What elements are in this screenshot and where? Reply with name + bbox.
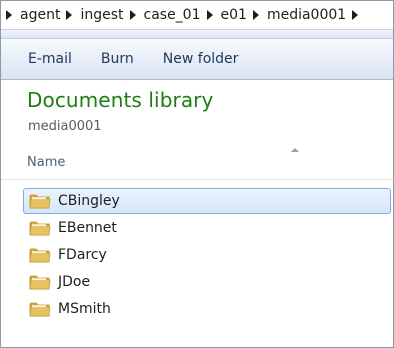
breadcrumb-item-ingest[interactable]: ingest: [79, 7, 124, 23]
folder-name: CBingley: [58, 193, 120, 209]
folder-name: FDarcy: [58, 247, 107, 263]
breadcrumb-item-case[interactable]: case_01: [143, 7, 202, 23]
chevron-right-icon[interactable]: [66, 10, 73, 20]
chevron-right-icon[interactable]: [6, 10, 12, 20]
folder-icon: [29, 193, 51, 209]
breadcrumb: agent ingest case_01 e01 media0001: [1, 1, 393, 30]
library-subtitle: media0001: [28, 119, 102, 134]
chevron-right-icon[interactable]: [129, 10, 136, 20]
address-bar-strip: [1, 30, 393, 39]
folder-name: JDoe: [58, 274, 91, 290]
folder-row[interactable]: CBingley: [23, 188, 391, 214]
folder-icon: [29, 247, 51, 263]
folder-row[interactable]: MSmith: [23, 296, 391, 322]
library-title: Documents library: [27, 88, 214, 112]
folder-row[interactable]: JDoe: [23, 269, 391, 295]
burn-button[interactable]: Burn: [93, 47, 142, 71]
column-header-name[interactable]: Name: [27, 155, 65, 170]
new-folder-button[interactable]: New folder: [155, 47, 247, 71]
sort-ascending-icon: [291, 148, 299, 152]
command-toolbar: E-mail Burn New folder: [1, 39, 393, 80]
chevron-right-icon[interactable]: [252, 10, 259, 20]
chevron-right-icon[interactable]: [352, 10, 359, 20]
folder-list: CBingley EBennet FDarcy JDoe MSmith: [1, 188, 393, 323]
explorer-window: agent ingest case_01 e01 media0001 E-mai…: [0, 0, 394, 348]
breadcrumb-item-media[interactable]: media0001: [266, 7, 347, 23]
breadcrumb-item-e01[interactable]: e01: [220, 7, 248, 23]
folder-icon: [29, 301, 51, 317]
email-button[interactable]: E-mail: [20, 47, 80, 71]
folder-row[interactable]: FDarcy: [23, 242, 391, 268]
folder-icon: [29, 220, 51, 236]
folder-row[interactable]: EBennet: [23, 215, 391, 241]
folder-name: MSmith: [58, 301, 111, 317]
breadcrumb-item-agent[interactable]: agent: [19, 7, 61, 23]
folder-name: EBennet: [58, 220, 117, 236]
folder-icon: [29, 274, 51, 290]
chevron-right-icon[interactable]: [206, 10, 213, 20]
column-header-row: Name: [1, 146, 393, 180]
